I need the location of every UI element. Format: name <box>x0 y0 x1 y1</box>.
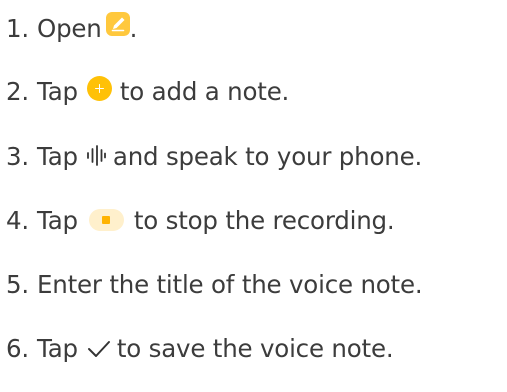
step-text: Tap <box>36 333 78 363</box>
step-text: Open <box>36 13 102 43</box>
step-1: 1. Open . <box>6 8 137 48</box>
step-text: Tap <box>36 76 78 106</box>
step-text: Enter the title of the voice note. <box>36 269 423 299</box>
step-number: 6. <box>6 333 29 363</box>
step-text: Tap <box>36 205 78 235</box>
step-5: 5. Enter the title of the voice note. <box>6 264 423 304</box>
step-number: 4. <box>6 205 29 235</box>
step-text: Tap <box>36 141 78 171</box>
stop-icon <box>88 209 124 231</box>
step-number: 1. <box>6 13 29 43</box>
add-icon <box>86 75 112 101</box>
step-number: 5. <box>6 269 29 299</box>
voice-waveform-icon <box>86 144 106 168</box>
step-number: 3. <box>6 141 29 171</box>
step-number: 2. <box>6 76 29 106</box>
notes-app-icon <box>105 12 130 36</box>
step-text-end: to add a note. <box>119 76 290 106</box>
step-6: 6. Tap to save the voice note. <box>6 328 394 368</box>
step-3: 3. Tap and speak to your phone. <box>6 136 422 176</box>
step-text-end: and speak to your phone. <box>112 141 423 171</box>
step-4: 4. Tap to stop the recording. <box>6 200 395 240</box>
step-2: 2. Tap to add a note. <box>6 71 289 111</box>
step-text-end: . <box>129 13 138 43</box>
step-text-end: to save the voice note. <box>116 333 394 363</box>
step-text-end: to stop the recording. <box>133 205 395 235</box>
check-icon <box>87 337 111 359</box>
